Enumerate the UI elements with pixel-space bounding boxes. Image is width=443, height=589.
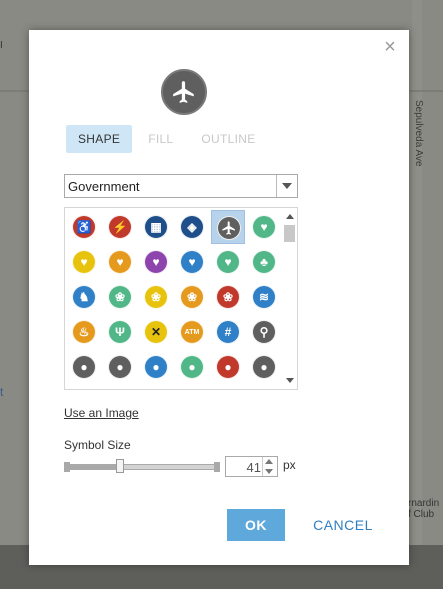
symbol-icon: ● xyxy=(144,355,168,379)
close-icon[interactable]: × xyxy=(381,37,399,57)
tab-outline[interactable]: OUTLINE xyxy=(189,125,267,153)
symbol-option[interactable]: ✕ xyxy=(139,315,173,349)
airplane-icon xyxy=(217,216,241,240)
symbol-option[interactable]: ♥ xyxy=(139,245,173,279)
map-edge-label: t xyxy=(0,385,4,399)
paw-icon: ❀ xyxy=(108,285,132,309)
symbol-option[interactable]: ⚲ xyxy=(247,315,281,349)
symbol-option[interactable]: ● xyxy=(139,350,173,384)
symbol-icon: ● xyxy=(252,355,276,379)
symbol-option[interactable]: ❀ xyxy=(139,280,173,314)
ok-button[interactable]: OK xyxy=(227,509,285,541)
symbol-size-unit: px xyxy=(283,458,296,472)
airplane-icon xyxy=(173,81,194,103)
symbol-option[interactable]: ❀ xyxy=(175,280,209,314)
stepper-buttons xyxy=(262,457,277,476)
heart-leaf-icon: ♥ xyxy=(180,250,204,274)
symbol-option[interactable] xyxy=(211,210,245,244)
tab-shape[interactable]: SHAPE xyxy=(66,125,133,153)
use-image-link[interactable]: Use an Image xyxy=(64,406,139,420)
slider-end-cap xyxy=(214,462,220,472)
bicycle-icon: ⚲ xyxy=(252,320,276,344)
symbol-option[interactable]: ● xyxy=(175,350,209,384)
symbol-option[interactable]: ♥ xyxy=(247,210,281,244)
symbol-option[interactable]: ● xyxy=(247,350,281,384)
symbol-option[interactable]: ♥ xyxy=(67,245,101,279)
horse-icon: ♞ xyxy=(72,285,96,309)
symbol-option[interactable]: ● xyxy=(103,350,137,384)
symbol-option[interactable]: ▦ xyxy=(139,210,173,244)
map-edge-label: I xyxy=(0,40,3,51)
paw-icon: ❀ xyxy=(180,285,204,309)
symbol-option[interactable]: ♞ xyxy=(67,280,101,314)
symbol-option[interactable]: ◈ xyxy=(175,210,209,244)
heart-leaf-icon: ♥ xyxy=(216,250,240,274)
symbol-option[interactable]: ♥ xyxy=(175,245,209,279)
symbol-option[interactable]: ♣ xyxy=(247,245,281,279)
symbol-size-slider[interactable] xyxy=(64,459,220,474)
category-select-value: Government xyxy=(68,179,140,194)
category-select[interactable]: Government xyxy=(64,174,298,198)
symbol-grid-scrollbar[interactable] xyxy=(282,208,297,389)
chevron-down-icon[interactable] xyxy=(276,175,297,197)
heart-leaf-icon: ♥ xyxy=(108,250,132,274)
symbol-option[interactable]: ≋ xyxy=(247,280,281,314)
symbol-option[interactable]: ♨ xyxy=(67,315,101,349)
symbol-size-stepper[interactable]: 41 xyxy=(225,456,278,477)
atm-icon: ATM xyxy=(180,320,204,344)
tab-fill[interactable]: FILL xyxy=(136,125,185,153)
increment-icon[interactable] xyxy=(265,459,273,464)
symbol-option[interactable]: ❀ xyxy=(103,280,137,314)
symbol-dialog: × SHAPE FILL OUTLINE Government ♿ ⚡ ▦ ◈ ♥ ♥ ♥ ♥… xyxy=(29,30,409,565)
symbol-option[interactable]: # xyxy=(211,315,245,349)
accessibility-icon: ♿ xyxy=(72,215,96,239)
symbol-option[interactable]: ATM xyxy=(175,315,209,349)
scrollbar-thumb[interactable] xyxy=(284,225,295,242)
slider-handle[interactable] xyxy=(116,459,125,473)
slider-fill xyxy=(64,464,121,470)
symbol-option[interactable]: ♥ xyxy=(211,245,245,279)
map-poi-label: rnardin f Club xyxy=(408,498,440,520)
water-icon: ≋ xyxy=(252,285,276,309)
symbol-icon: ● xyxy=(180,355,204,379)
symbol-grid-container: ♿ ⚡ ▦ ◈ ♥ ♥ ♥ ♥ ♥ ♥ ♣ ♞ ❀ ❀ ❀ ❀ ≋ ♨ Ψ ✕ ATM # ⚲ ● ● ● ● ● ● xyxy=(64,207,298,390)
railroad-crossing-icon: ✕ xyxy=(144,320,168,344)
symbol-option[interactable]: ● xyxy=(211,350,245,384)
symbol-icon: ● xyxy=(72,355,96,379)
paw-icon: ❀ xyxy=(216,285,240,309)
scroll-down-icon[interactable] xyxy=(286,378,294,383)
symbol-option[interactable]: Ψ xyxy=(103,315,137,349)
symbol-size-label: Symbol Size xyxy=(64,438,131,452)
heart-icon: ♥ xyxy=(72,250,96,274)
heart-leaf-icon: ♥ xyxy=(144,250,168,274)
symbol-option[interactable]: ⚡ xyxy=(103,210,137,244)
symbol-preview xyxy=(161,69,207,115)
symbol-icon: ● xyxy=(108,355,132,379)
coral-icon: Ψ xyxy=(108,320,132,344)
symbol-icon: ● xyxy=(216,355,240,379)
decrement-icon[interactable] xyxy=(265,469,273,474)
map-info-icon: ◈ xyxy=(180,215,204,239)
heart-leaf-icon: ♥ xyxy=(252,215,276,239)
symbol-size-value[interactable]: 41 xyxy=(247,460,261,475)
hashtag-icon: # xyxy=(216,320,240,344)
symbol-option[interactable]: ♥ xyxy=(103,245,137,279)
fire-icon: ♨ xyxy=(72,320,96,344)
paw-icon: ❀ xyxy=(144,285,168,309)
slider-end-cap xyxy=(64,462,70,472)
scroll-up-icon[interactable] xyxy=(286,214,294,219)
cancel-button[interactable]: CANCEL xyxy=(303,509,383,541)
map-street-label: Sepulveda Ave xyxy=(413,100,424,167)
tree-icon: ♣ xyxy=(252,250,276,274)
government-building-icon: ▦ xyxy=(144,215,168,239)
symbol-option[interactable]: ♿ xyxy=(67,210,101,244)
symbol-option[interactable]: ❀ xyxy=(211,280,245,314)
defibrillator-icon: ⚡ xyxy=(108,215,132,239)
symbol-option[interactable]: ● xyxy=(67,350,101,384)
style-tabs: SHAPE FILL OUTLINE xyxy=(66,125,272,153)
